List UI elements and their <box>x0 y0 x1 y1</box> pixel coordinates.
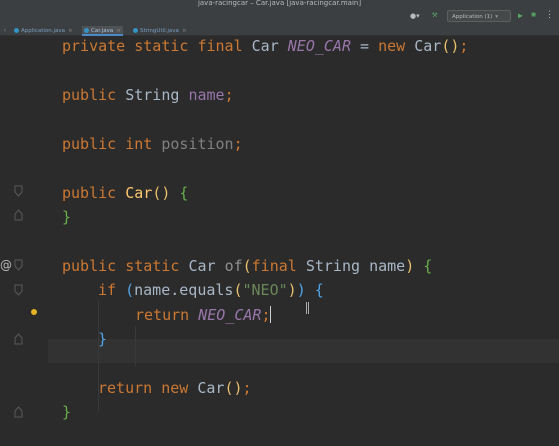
java-class-icon <box>14 27 19 33</box>
code-token: name <box>369 257 406 275</box>
lightbulb-icon[interactable] <box>31 309 37 315</box>
run-icon[interactable]: ▶ <box>518 11 523 20</box>
code-token: String <box>125 86 189 104</box>
code-token: Car <box>414 37 442 55</box>
code-token: public int <box>62 135 162 153</box>
hammer-icon[interactable]: ⚒ <box>432 10 437 20</box>
code-token: NEO_CAR <box>287 37 351 55</box>
code-token: ) <box>287 281 297 299</box>
code-token: { <box>314 281 324 299</box>
code-token: Car <box>197 379 225 397</box>
code-token: = <box>351 37 379 55</box>
tab-car-java[interactable]: Car.java × <box>82 26 123 36</box>
code-token: name <box>188 86 225 104</box>
code-token: position <box>161 135 234 153</box>
overrides-marker-icon[interactable]: @ <box>0 258 12 272</box>
code-token: ) <box>296 281 315 299</box>
tab-label: Application.java <box>21 28 66 34</box>
fold-start-icon[interactable] <box>14 185 23 197</box>
tab-label: StringUtil.java <box>140 28 179 34</box>
code-line[interactable]: } <box>98 329 107 349</box>
code-line[interactable]: } <box>62 207 71 227</box>
code-token: ; <box>224 86 234 104</box>
main-toolbar: ●▾ ⚒ Application (1) ▾ ▶ ✺ ⋮ <box>0 7 559 26</box>
code-line[interactable]: if (name.equals("NEO")) { <box>98 280 324 300</box>
code-token: ( <box>441 37 451 55</box>
code-token: ( <box>233 281 243 299</box>
fold-start-icon[interactable] <box>14 259 23 271</box>
user-menu-caret: ▾ <box>416 12 420 20</box>
close-icon[interactable]: × <box>182 28 187 34</box>
code-token: "NEO" <box>242 281 288 299</box>
code-line[interactable]: return NEO_CAR; <box>135 305 272 325</box>
code-token: ) <box>405 257 424 275</box>
code-token: public static <box>62 257 189 275</box>
code-token: ; <box>242 379 252 397</box>
code-line[interactable]: public static Car of(final String name) … <box>62 256 432 276</box>
run-config-dropdown[interactable]: Application (1) ▾ <box>447 10 511 22</box>
code-token: final <box>251 257 306 275</box>
code-line[interactable]: } <box>62 402 71 422</box>
window-title: java-racingcar – Car.java [java-racingca… <box>0 0 559 7</box>
fold-end-icon[interactable] <box>14 406 23 418</box>
close-icon[interactable]: × <box>116 28 121 34</box>
code-token: Car <box>125 184 153 202</box>
code-token: Car <box>188 257 225 275</box>
code-line[interactable]: public String name; <box>62 85 234 105</box>
code-token: ; <box>459 37 469 55</box>
java-class-icon <box>84 27 89 33</box>
code-token: Car <box>251 37 288 55</box>
chevron-down-icon: ▾ <box>495 14 499 20</box>
code-line[interactable]: public int position; <box>62 134 243 154</box>
code-token: of <box>224 257 243 275</box>
current-line-highlight <box>48 339 559 363</box>
code-token: String <box>305 257 370 275</box>
code-token: private static final <box>62 37 252 55</box>
code-token: name.equals <box>134 281 234 299</box>
close-icon[interactable]: × <box>68 28 73 34</box>
code-token: public <box>62 86 126 104</box>
code-token: ; <box>261 306 271 324</box>
code-token: NEO_CAR <box>198 306 262 324</box>
code-token: ( <box>125 281 135 299</box>
editor-gutter <box>0 36 48 446</box>
code-token: public <box>62 184 126 202</box>
debug-icon[interactable]: ✺ <box>531 10 536 20</box>
ide-window: java-racingcar – Car.java [java-racingca… <box>0 0 559 446</box>
code-token: return <box>135 306 199 324</box>
chevron-left-icon[interactable]: ‹ <box>3 26 7 36</box>
tab-application-java[interactable]: Application.java × <box>14 26 73 36</box>
code-token: return new <box>98 379 198 397</box>
editor-tabs: ‹ Application.java × Car.java × StringUtil… <box>0 26 559 36</box>
code-token: } <box>62 208 72 226</box>
code-token: } <box>62 403 72 421</box>
run-config-label: Application (1) <box>452 14 493 20</box>
code-editor[interactable]: private static final Car NEO_CAR = new C… <box>48 36 559 446</box>
code-line[interactable]: return new Car(); <box>98 378 252 398</box>
code-token: { <box>179 184 189 202</box>
code-token: { <box>423 257 433 275</box>
tab-stringutil-java[interactable]: StringUtil.java × <box>133 26 187 36</box>
code-token: new <box>378 37 415 55</box>
code-line[interactable]: private static final Car NEO_CAR = new C… <box>62 36 468 56</box>
code-token: () <box>152 184 180 202</box>
user-icon[interactable]: ●▾ <box>410 12 420 20</box>
code-line[interactable]: public Car() { <box>62 183 188 203</box>
more-icon[interactable]: ⋮ <box>545 10 554 20</box>
fold-end-icon[interactable] <box>14 209 23 221</box>
code-token: () <box>224 379 243 397</box>
code-token: } <box>98 330 108 348</box>
code-token: if <box>98 281 126 299</box>
text-caret <box>270 306 272 323</box>
code-token: ( <box>242 257 252 275</box>
indent-guide <box>135 326 136 366</box>
fold-end-icon[interactable] <box>14 333 23 345</box>
java-class-icon <box>133 27 138 33</box>
tab-label: Car.java <box>91 28 114 34</box>
mouse-text-cursor <box>306 302 309 314</box>
fold-start-icon[interactable] <box>14 284 23 296</box>
code-token: ; <box>233 135 243 153</box>
